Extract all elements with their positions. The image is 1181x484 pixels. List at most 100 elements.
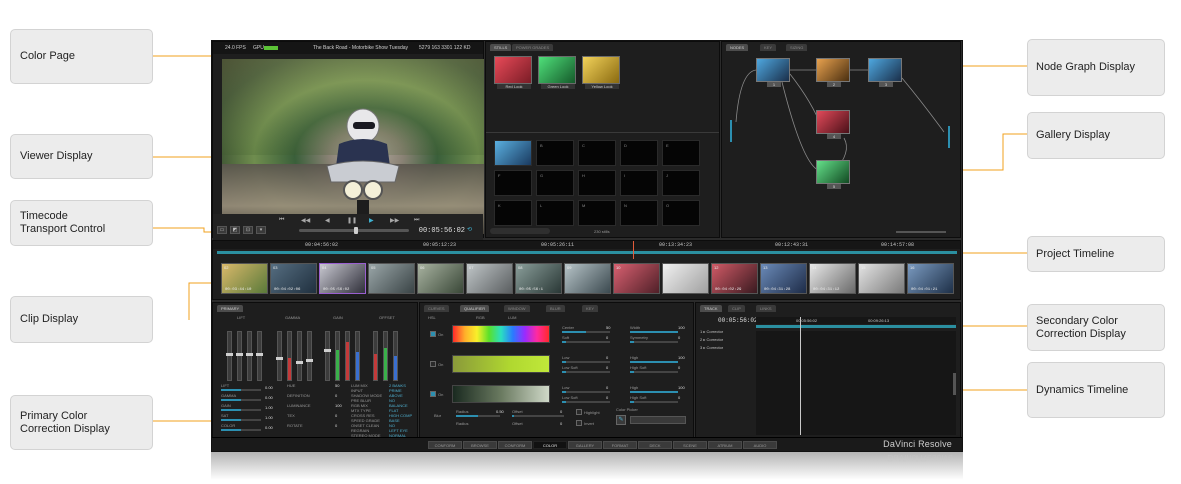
lum-enable-checkbox[interactable]	[430, 391, 436, 397]
page-tab-gallery[interactable]: GALLERY	[568, 441, 602, 449]
gallery-slot-i[interactable]: I	[620, 170, 658, 196]
page-tab-conform-2[interactable]: CONFORM	[498, 441, 532, 449]
gain-slider[interactable]	[221, 409, 261, 411]
tab-window[interactable]: WINDOW	[504, 305, 530, 312]
dynamics-track-3[interactable]: 3 ▸ Corrector	[700, 345, 723, 350]
dynamics-playhead[interactable]	[800, 317, 801, 435]
gallery-slot-n[interactable]: N	[620, 200, 658, 226]
dynamics-scrollbar[interactable]	[953, 373, 956, 395]
viewer-tool-button-1[interactable]: ◩	[230, 226, 240, 234]
gallery-slot-o[interactable]: O	[662, 200, 700, 226]
clip-thumbnail[interactable]: 12 00:04:02:29	[711, 263, 758, 294]
page-tab-deck[interactable]: DECK	[638, 441, 672, 449]
viewer-tool-button-2[interactable]: ⊡	[243, 226, 253, 234]
page-tab-color[interactable]: COLOR	[533, 441, 567, 449]
clip-thumbnail[interactable]: 14 00:04:31:12	[809, 263, 856, 294]
rewind-icon[interactable]: ◀◀	[301, 217, 310, 224]
skip-start-icon[interactable]: ⏮	[279, 217, 284, 224]
clip-thumbnail[interactable]: 05	[368, 263, 415, 294]
blur-radius-slider[interactable]	[456, 415, 500, 417]
center-slider[interactable]	[562, 331, 610, 333]
play-icon[interactable]: ▶	[369, 217, 374, 224]
gamma-slider[interactable]	[221, 399, 261, 401]
tab-blur[interactable]: BLUR	[546, 305, 565, 312]
hue-qualifier-strip[interactable]	[452, 325, 550, 343]
gallery-slot-h[interactable]: H	[578, 170, 616, 196]
lum-qualifier-strip[interactable]	[452, 385, 550, 403]
clip-thumbnail[interactable]: 03 00:04:02:06	[270, 263, 317, 294]
gallery-slot-b[interactable]: B	[536, 140, 574, 166]
clip-thumbnail[interactable]: 15	[858, 263, 905, 294]
node-3[interactable]: 3	[868, 58, 902, 87]
tab-primary[interactable]: PRIMARY	[217, 305, 244, 312]
viewer-image[interactable]	[222, 59, 484, 234]
clip-thumbnail[interactable]: 11	[662, 263, 709, 294]
clip-thumbnail[interactable]: 02 00:03:44:10	[221, 263, 268, 294]
subtab-rgb[interactable]: RGB	[476, 315, 485, 320]
lift-slider[interactable]	[221, 389, 261, 391]
sat-enable-checkbox[interactable]	[430, 361, 436, 367]
gamma-bars[interactable]	[276, 321, 325, 381]
page-tab-scene[interactable]: SCENE	[673, 441, 707, 449]
gallery-slot-g[interactable]: G	[536, 170, 574, 196]
sat-low-soft-slider[interactable]	[562, 371, 610, 373]
tab-power-grades[interactable]: POWER GRADES	[512, 44, 554, 51]
dynamics-keyframe-area[interactable]	[756, 331, 956, 435]
sat-qualifier-strip[interactable]	[452, 355, 550, 373]
blur-offset-slider[interactable]	[512, 415, 564, 417]
jog-scrubber[interactable]	[299, 227, 409, 234]
gallery-slot-l[interactable]: L	[536, 200, 574, 226]
sat-low-slider[interactable]	[562, 361, 610, 363]
dynamics-track-1[interactable]: 1 ▸ Corrector	[700, 329, 723, 334]
page-tab-conform[interactable]: CONFORM	[428, 441, 462, 449]
timeline-playhead[interactable]	[633, 241, 634, 259]
color-slider[interactable]	[221, 429, 261, 431]
tab-track[interactable]: TRACK	[700, 305, 722, 312]
gallery-slot-m[interactable]: M	[578, 200, 616, 226]
node-4[interactable]: 4	[816, 110, 850, 139]
skip-end-icon[interactable]: ⏭	[414, 217, 419, 224]
clip-thumbnail[interactable]: 13 00:04:31:28	[760, 263, 807, 294]
step-back-icon[interactable]: ◀	[325, 217, 330, 224]
fast-forward-icon[interactable]: ▶▶	[390, 217, 399, 224]
clip-thumbnail[interactable]: 16 00:04:01:21	[907, 263, 954, 294]
soft-slider[interactable]	[562, 341, 610, 343]
clip-thumbnail[interactable]: 04 00:05:56:02	[319, 263, 366, 294]
node-5[interactable]: 5	[816, 160, 850, 189]
hue-enable-checkbox[interactable]	[430, 331, 436, 337]
tab-stills[interactable]: STILLS	[490, 44, 512, 51]
gallery-slot-c[interactable]: C	[578, 140, 616, 166]
sat-slider[interactable]	[221, 419, 261, 421]
gallery-slot-d[interactable]: D	[620, 140, 658, 166]
symmetry-slider[interactable]	[630, 341, 678, 343]
lift-bars[interactable]	[226, 321, 275, 381]
sat-high-slider[interactable]	[630, 361, 678, 363]
gallery-slot-a[interactable]	[494, 140, 532, 166]
subtab-hsl[interactable]: HSL	[428, 315, 436, 320]
dynamics-track-bar[interactable]	[756, 325, 956, 328]
tab-curves[interactable]: CURVES	[424, 305, 449, 312]
picker-mode-buttons[interactable]	[630, 416, 686, 424]
viewer-tool-button-3[interactable]: ▾	[256, 226, 266, 234]
node-2[interactable]: 2	[816, 58, 850, 87]
page-tab-audio[interactable]: AUDIO	[743, 441, 777, 449]
gallery-slot-f[interactable]: F	[494, 170, 532, 196]
still-red-look[interactable]: Red Look	[494, 56, 532, 89]
still-green-look[interactable]: Green Look	[538, 56, 576, 89]
sat-high-soft-slider[interactable]	[630, 371, 678, 373]
timeline-track-v1[interactable]	[217, 251, 957, 254]
tab-clip[interactable]: CLIP	[728, 305, 745, 312]
invert-checkbox[interactable]	[576, 420, 582, 426]
node-1[interactable]: 1	[756, 58, 790, 87]
viewer-mode-button[interactable]: ▭	[217, 226, 227, 234]
node-zoom-slider[interactable]	[896, 231, 946, 233]
subtab-lum[interactable]: LUM	[508, 315, 516, 320]
gain-bars[interactable]	[324, 321, 373, 381]
clip-thumbnail[interactable]: 09	[564, 263, 611, 294]
gallery-search-input[interactable]	[490, 228, 550, 234]
gallery-slot-e[interactable]: E	[662, 140, 700, 166]
tab-links[interactable]: LINKS	[756, 305, 776, 312]
eyedropper-icon[interactable]: ✎	[616, 415, 626, 425]
page-tab-browse[interactable]: BROWSE	[463, 441, 497, 449]
pause-icon[interactable]: ❚❚	[347, 217, 357, 224]
